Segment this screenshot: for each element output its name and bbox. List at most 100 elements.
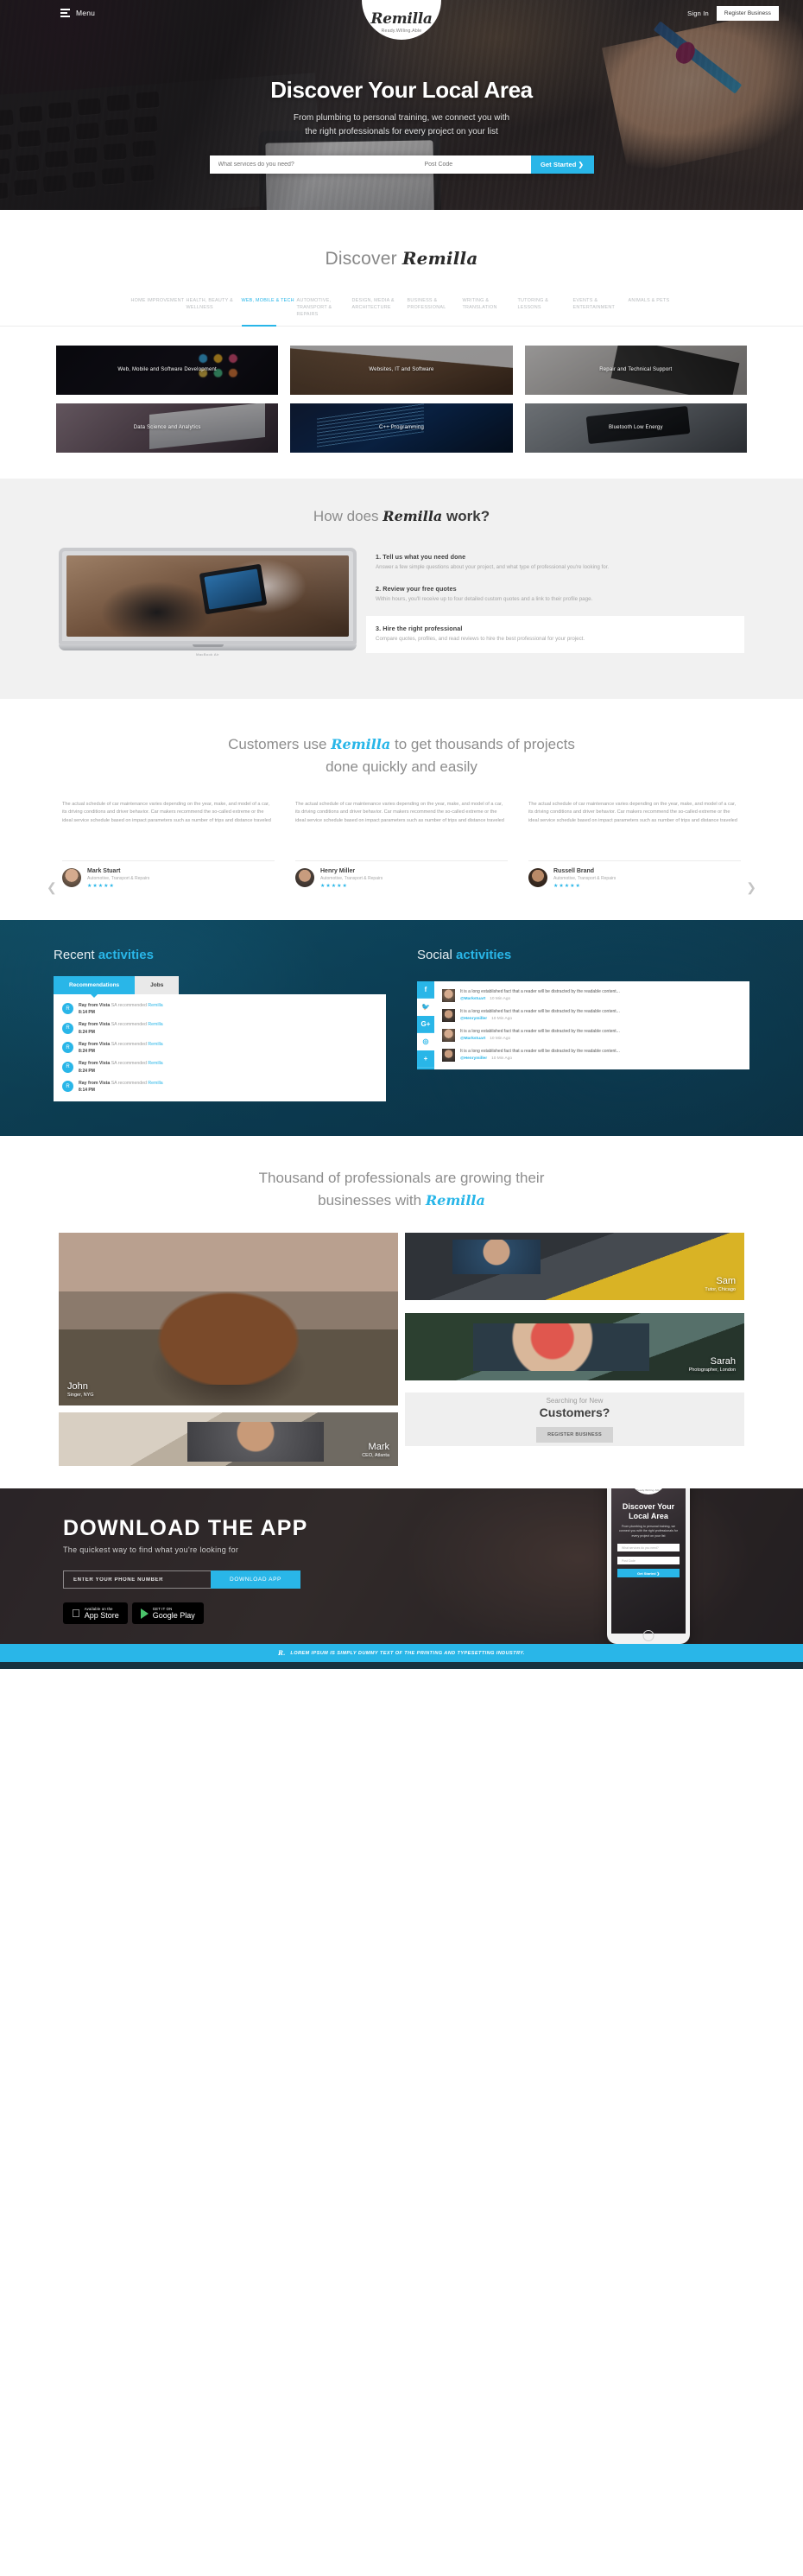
activity-target-2: Remilla (148, 1041, 163, 1047)
phone-get-started-button[interactable]: Get Started ❯ (617, 1569, 680, 1578)
how-it-works-section: How does Remilla work? MacBook Air 1. Te… (0, 479, 803, 699)
testimonials-section: Customers use Remilla to get thousands o… (0, 698, 803, 920)
category-tab-6[interactable]: WRITING & TRANSLATION (463, 297, 518, 326)
twitter-icon[interactable]: 🐦 (417, 998, 434, 1016)
testi-title-brand: Remilla (331, 735, 391, 752)
activity-text-3: Ray from Vista SA recommended Remilla (79, 1061, 163, 1068)
category-card-0[interactable]: Web, Mobile and Software Development (56, 346, 279, 395)
phone-number-input[interactable] (63, 1570, 211, 1589)
pro-role-sarah: Photographer, London (688, 1367, 736, 1373)
social-post-meta-2: @Markstuart 10 Min Ago (460, 1037, 620, 1041)
category-card-3[interactable]: Data Science and Analytics (56, 403, 279, 453)
category-tab-5[interactable]: BUSINESS & PROFESSIONAL (408, 297, 463, 326)
sign-in-link[interactable]: Sign In (687, 10, 709, 17)
activity-row[interactable]: R Ray from Vista SA recommended Remilla 8:… (54, 1038, 386, 1058)
category-tab-7[interactable]: TUTORING & LESSONS (518, 297, 573, 326)
activity-target-3: Remilla (148, 1061, 163, 1066)
carousel-prev-icon[interactable]: ❮ (47, 880, 57, 895)
category-card-4[interactable]: C++ Programming (290, 403, 513, 453)
category-tab-9[interactable]: ANIMALS & PETS (629, 297, 684, 326)
pro-tile-mark[interactable]: Mark CEO, Atlanta (59, 1412, 398, 1466)
how-title-prefix: How does (313, 508, 379, 524)
footer-ticker: R. LOREM IPSUM IS SIMPLY DUMMY TEXT OF T… (0, 1644, 803, 1662)
activity-time-0: 8:14 PM (79, 1010, 95, 1015)
testimonial-author-0: Mark Stuart Automotive, Transport & Repai… (62, 860, 275, 889)
pros-title-line2-prefix: businesses with (318, 1192, 422, 1209)
testimonial-quote-2: The actual schedule of car maintenance v… (528, 801, 737, 823)
category-tab-3[interactable]: AUTOMOTIVE, TRANSPORT & REPAIRS (297, 297, 352, 326)
activity-row[interactable]: R Ray from Vista SA recommended Remilla 8:… (54, 1077, 386, 1097)
activity-row[interactable]: R Ray from Vista SA recommended Remilla 8:… (54, 1018, 386, 1038)
social-post[interactable]: It is a long established fact that a rea… (434, 1045, 749, 1065)
testimonial-quote-0: The actual schedule of car maintenance v… (62, 801, 271, 823)
testi-title-prefix: Customers use (228, 735, 327, 752)
activity-avatar-2: R (62, 1042, 73, 1054)
category-card-5[interactable]: Bluetooth Low Energy (524, 403, 747, 453)
how-step-heading-1: 1. Tell us what you need done (376, 553, 466, 561)
pro-tile-john[interactable]: John Singer, NYG (59, 1233, 398, 1405)
social-post[interactable]: It is a long established fact that a rea… (434, 1006, 749, 1025)
recent-activities-column: Recent activities Recommendations Jobs RR… (54, 948, 386, 1101)
testimonial-name-2: Russell Brand (553, 867, 595, 874)
social-title-prefix: Social (417, 947, 452, 962)
register-business-cta-button[interactable]: REGISTER BUSINESS (536, 1426, 613, 1443)
google-play-large-text: Google Play (144, 1611, 195, 1620)
phone-subtitle: From plumbing to personal training, we c… (618, 1525, 679, 1538)
category-tab-2[interactable]: WEB, MOBILE & TECH (241, 297, 297, 327)
instagram-icon[interactable]: ◎ (417, 1032, 434, 1050)
google-play-badge[interactable]: GET IT ON Google Play (131, 1602, 204, 1624)
register-business-button[interactable]: Register Business (716, 5, 779, 21)
menu-button[interactable]: Menu (60, 9, 95, 17)
pro-tile-sarah[interactable]: Sarah Photographer, London (405, 1312, 744, 1380)
how-it-works-steps: 1. Tell us what you need done Answer a fe… (357, 548, 744, 666)
category-card-2[interactable]: Repair and Technical Support (524, 346, 747, 395)
avatar (62, 867, 81, 887)
activity-row[interactable]: R Ray from Vista SA recommended Remilla 8:… (54, 999, 386, 1019)
category-card-grid: Web, Mobile and Software Development Webs… (0, 327, 803, 479)
recent-tab-0[interactable]: Recommendations (54, 975, 136, 994)
category-tab-8[interactable]: EVENTS & ENTERTAINMENT (573, 297, 629, 326)
category-card-1[interactable]: Websites, IT and Software (290, 346, 513, 395)
category-tab-1[interactable]: HEALTH, BEAUTY & WELLNESS (187, 297, 242, 326)
how-step-1: 1. Tell us what you need done Answer a fe… (376, 553, 744, 572)
how-title-suffix: work? (446, 508, 490, 524)
category-tab-0[interactable]: HOME IMPROVEMENT (131, 297, 187, 326)
social-post[interactable]: It is a long established fact that a rea… (434, 1025, 749, 1045)
phone-title: Discover Your Local Area (617, 1502, 680, 1521)
apple-icon:  (72, 1608, 80, 1619)
pro-tile-sam[interactable]: Sam Tutor, Chicago (405, 1233, 744, 1300)
category-tab-4[interactable]: DESIGN, MEDIA & ARCHITECTURE (352, 297, 408, 326)
social-time-3: 10 Min Ago (491, 1056, 513, 1061)
carousel-next-icon[interactable]: ❯ (746, 880, 756, 895)
recent-activities-panel: R Ray from Vista SA recommended Remilla 8:… (54, 993, 386, 1101)
plus-icon[interactable]: + (417, 1050, 434, 1068)
activity-text-4: Ray from Vista SA recommended Remilla (79, 1081, 163, 1088)
facebook-icon[interactable]: f (417, 981, 434, 999)
laptop-screen (59, 548, 357, 644)
google-plus-icon[interactable]: G+ (417, 1016, 434, 1033)
app-store-badge[interactable]:  Available on the App Store (63, 1602, 128, 1624)
download-app-button[interactable]: DOWNLOAD APP (211, 1570, 300, 1589)
service-search-input[interactable] (209, 155, 416, 174)
get-started-button[interactable]: Get Started ❯ (530, 155, 594, 174)
activity-target-0: Remilla (148, 1002, 163, 1008)
social-handle-1: @Henrymiller (460, 1016, 488, 1021)
activity-row[interactable]: R Ray from Vista SA recommended Remilla 8:… (54, 1057, 386, 1077)
how-title-brand: Remilla (383, 508, 443, 524)
pro-role-sam: Tutor, Chicago (705, 1287, 736, 1292)
menu-label: Menu (76, 9, 96, 17)
activity-avatar-1: R (62, 1022, 73, 1034)
hero-subtitle-line-1: From plumbing to personal training, we c… (293, 113, 510, 123)
how-step-body-2: Within hours, you'll receive up to four … (376, 595, 593, 602)
how-it-works-title: How does Remilla work? (0, 508, 803, 525)
social-post[interactable]: It is a long established fact that a rea… (434, 986, 749, 1006)
recent-tab-1[interactable]: Jobs (135, 975, 180, 994)
phone-service-input[interactable]: What services do you need? (617, 1544, 680, 1552)
postcode-input[interactable] (415, 155, 531, 174)
phone-postcode-input[interactable]: Post Code (617, 1557, 680, 1565)
activity-time-1: 8:24 PM (79, 1029, 95, 1035)
phone-home-button (642, 1630, 654, 1641)
testimonial-author-2: Russell Brand Automotive, Transport & Rep… (528, 860, 741, 889)
decorative-tablet (199, 563, 268, 615)
cta-line-2: Customers? (539, 1405, 610, 1419)
